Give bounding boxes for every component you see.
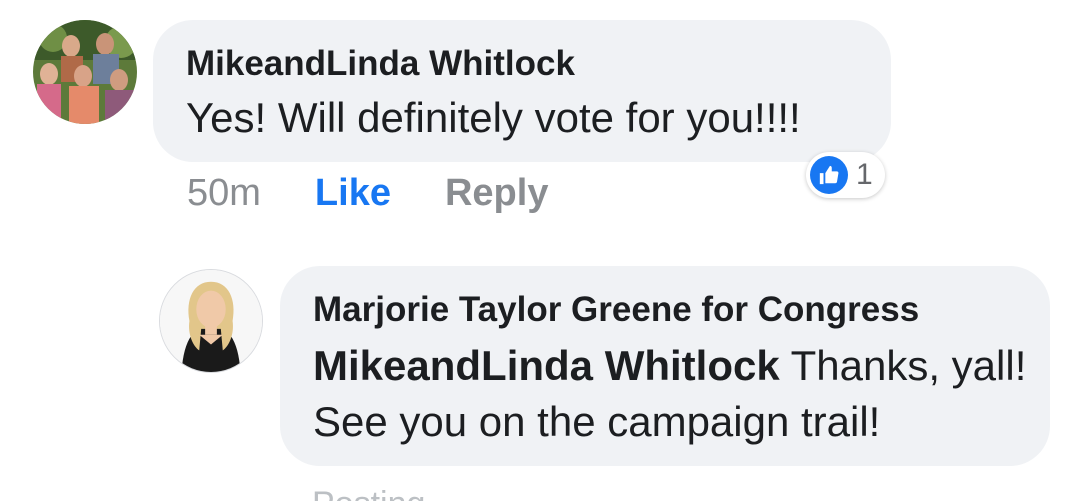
like-button[interactable]: Like (315, 172, 391, 215)
reaction-count: 1 (856, 158, 873, 191)
reply-button[interactable]: Reply (445, 172, 548, 215)
posting-status: Posting (312, 485, 425, 501)
reaction-badge[interactable]: 1 (806, 152, 885, 198)
comment-author[interactable]: MikeandLinda Whitlock (186, 44, 575, 84)
mention-tag[interactable]: MikeandLinda Whitlock (313, 342, 780, 389)
comment-timestamp[interactable]: 50m (187, 172, 261, 215)
comment-bubble: MikeandLinda Whitlock Yes! Will definite… (153, 20, 891, 162)
avatar-commenter[interactable] (33, 20, 137, 124)
reply-text-block: MikeandLinda Whitlock Thanks, yall! See … (313, 338, 1033, 450)
reply-bubble: Marjorie Taylor Greene for Congress Mike… (280, 266, 1050, 466)
comment-actions: 50m Like Reply (187, 168, 548, 218)
comment-thread: MikeandLinda Whitlock Yes! Will definite… (0, 0, 1080, 501)
avatar-replier[interactable] (159, 269, 263, 373)
reply-author[interactable]: Marjorie Taylor Greene for Congress (313, 290, 919, 330)
comment-text: Yes! Will definitely vote for you!!!! (186, 94, 801, 141)
thumbs-up-icon (810, 156, 848, 194)
